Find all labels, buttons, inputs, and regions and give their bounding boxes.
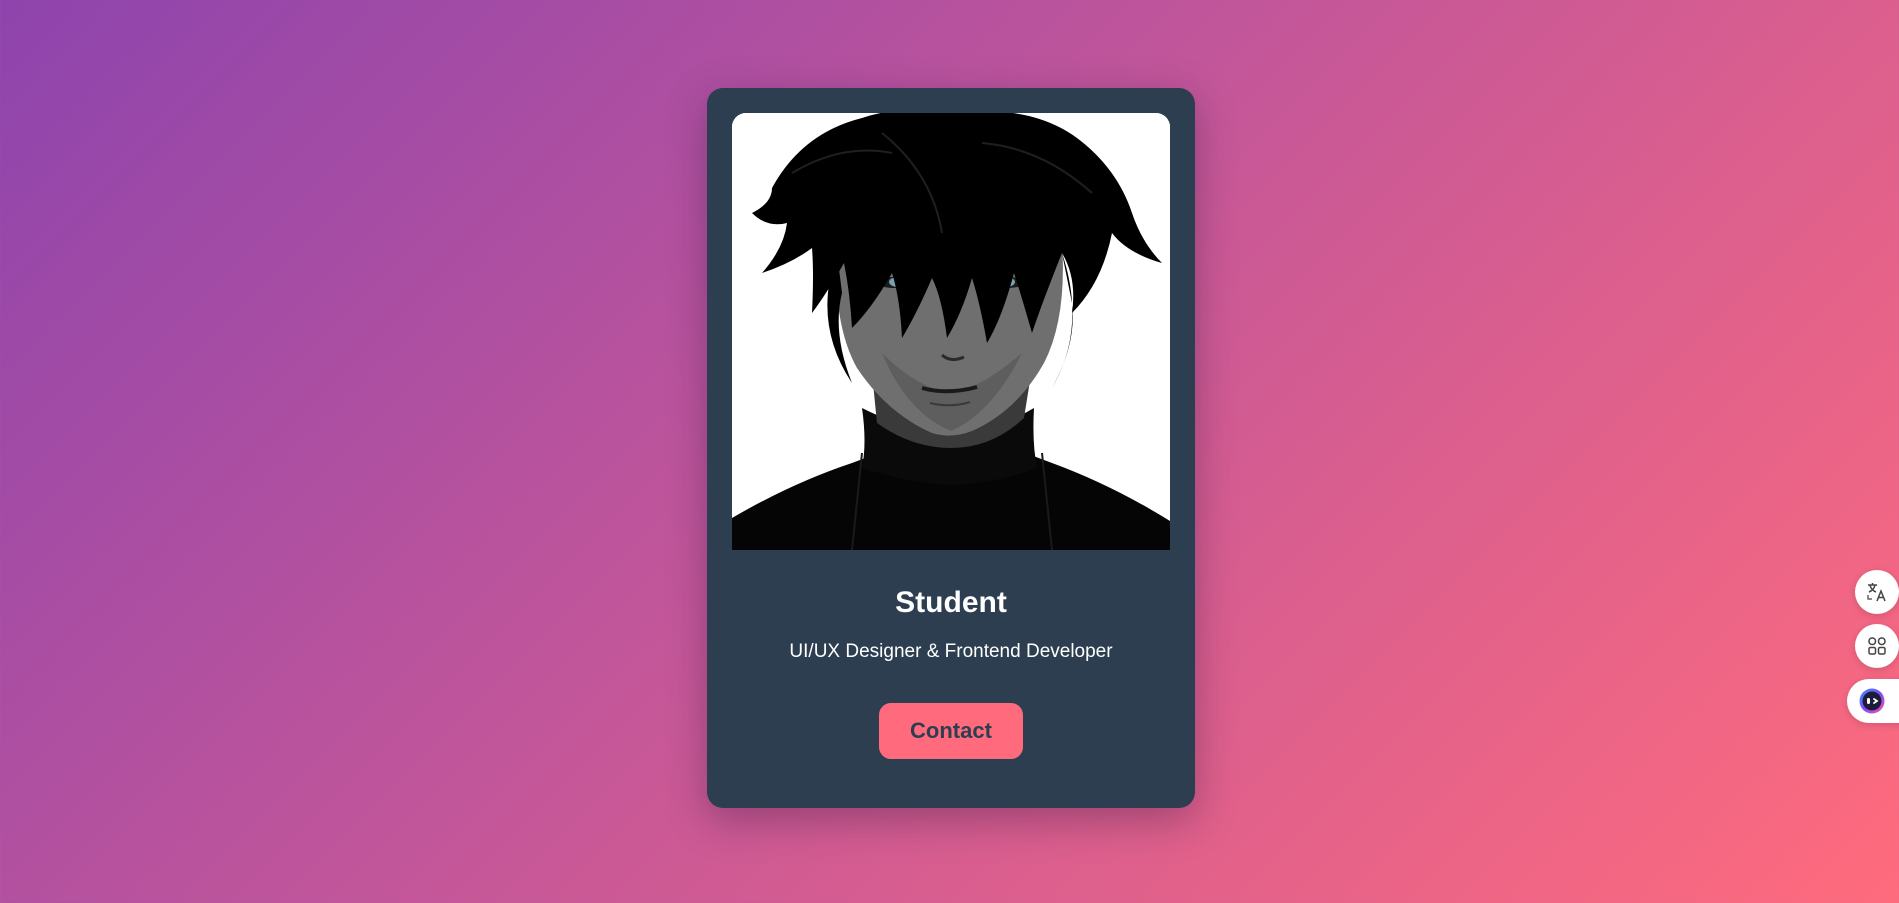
assistant-button[interactable] <box>1847 679 1899 723</box>
profile-card: Student UI/UX Designer & Frontend Develo… <box>707 88 1195 808</box>
profile-photo <box>732 113 1170 550</box>
assistant-face-icon <box>1859 688 1885 714</box>
profile-name: Student <box>895 586 1007 619</box>
profile-role: UI/UX Designer & Frontend Developer <box>789 641 1113 662</box>
translate-icon <box>1867 583 1886 602</box>
contact-button[interactable]: Contact <box>879 703 1023 759</box>
apps-grid-icon <box>1868 637 1886 655</box>
anime-portrait-image <box>732 113 1170 550</box>
translate-button[interactable] <box>1855 570 1899 614</box>
apps-button[interactable] <box>1855 624 1899 668</box>
